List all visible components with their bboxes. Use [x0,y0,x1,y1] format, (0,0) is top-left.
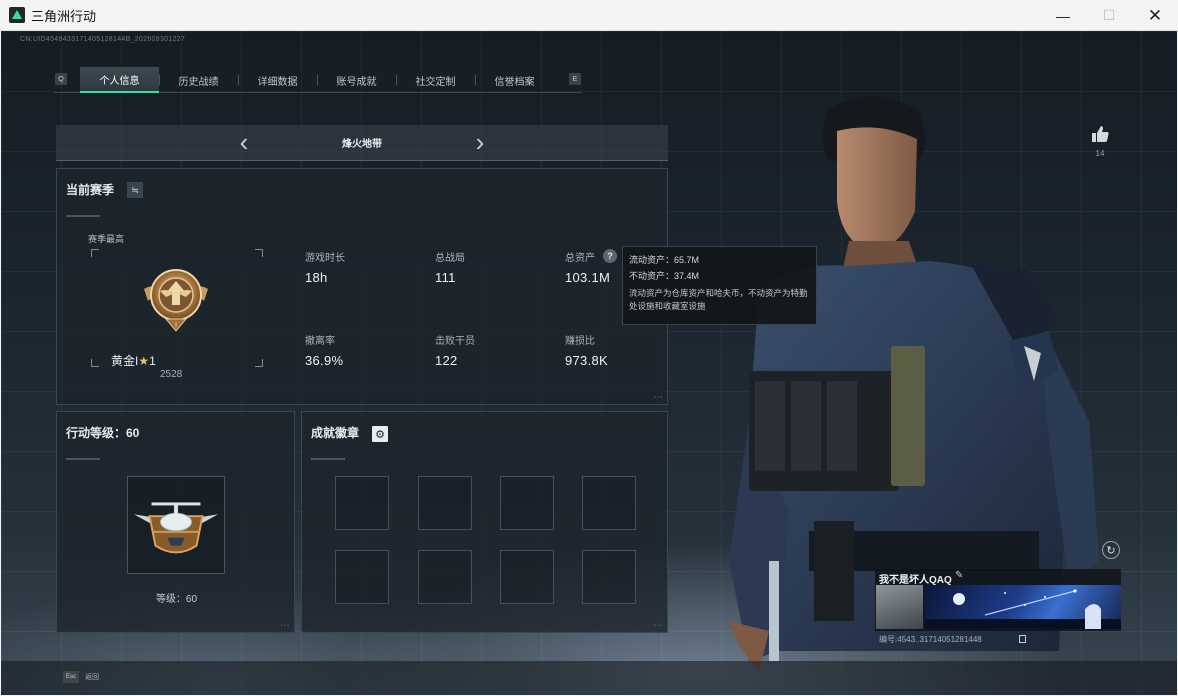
assets-tooltip: 流动资产：65.7M 不动资产：37.4M 流动资产为仓库资产和哈夫币，不动资产… [622,246,817,325]
esc-key[interactable]: Esc [63,671,79,683]
tooltip-liquid-assets: 流动资产：65.7M [629,255,700,265]
tooltip-fixed-assets: 不动资产：37.4M [629,271,700,281]
tab-personal-info[interactable]: 个人信息 [80,67,159,93]
panel-divider [311,458,345,460]
tab-next-key[interactable]: E [569,73,581,85]
achievement-slot[interactable] [500,476,554,530]
bottom-bar [1,661,1177,695]
tab-account-achievements[interactable]: 账号成就 [317,67,396,93]
star-icon: ★ [138,354,150,368]
achievement-slot[interactable] [418,550,472,604]
level-panel: 行动等级：60 等级：60 ▪▪▪ [56,411,295,633]
player-banner[interactable] [925,585,1121,629]
stat-label: 击败干员 [435,336,475,347]
achievements-title: 成就徽章 [311,426,360,440]
achievement-slot[interactable] [335,476,389,530]
profile-tabs: 个人信息 历史战绩 详细数据 账号成就 社交定制 信誉档案 [80,67,554,93]
player-card[interactable]: 我不是坏人QAQ ✎ [875,569,1121,631]
stat-value: 973.8K [565,353,609,368]
stat-profit-loss: 赚损比 973.8K [565,332,608,368]
stat-operators-defeated: 击败干员 122 [435,332,475,368]
tooltip-description: 流动资产为仓库资产和哈夫币，不动资产为特勤处设施和收藏室设施 [629,288,808,311]
uid-watermark: CN:UID4549433171405128144B_202608301227 [20,36,186,43]
stat-value: 111 [435,270,456,285]
helicopter-level-badge-icon [133,502,219,554]
refresh-icon[interactable]: ↻ [1102,541,1120,559]
level-title: 行动等级：60 [66,426,140,440]
achievements-panel: 成就徽章 ⚙ ▪▪▪ [301,411,668,633]
achievement-slot[interactable] [500,550,554,604]
stat-label: 撤离率 [305,336,335,347]
tab-prev-key[interactable]: Q [55,73,67,85]
panel-corner-dots: ▪▪▪ [653,623,663,629]
close-button[interactable]: ✕ [1132,0,1178,31]
level-text: 等级：60 [155,594,198,605]
maximize-button[interactable]: ☐ [1086,0,1132,31]
stat-label: 游戏时长 [305,253,345,264]
level-badge-frame[interactable] [127,476,225,574]
window-title: 三角洲行动 [31,8,97,24]
help-icon[interactable]: ? [603,249,617,263]
mode-selector: ‹ 烽火地带 › [56,125,668,161]
stat-value: 18h [305,270,328,285]
achievement-slot[interactable] [582,550,636,604]
svg-text:I: I [175,321,177,329]
tab-reputation[interactable]: 信誉档案 [475,67,554,93]
stat-value: 103.1M [565,270,611,285]
season-title: 当前赛季 [66,183,115,197]
like-count: 14 [1095,149,1105,158]
edit-icon[interactable]: ✎ [955,570,963,581]
stat-value: 36.9% [305,353,344,368]
rank-title: 黄金I [111,354,139,368]
copy-icon[interactable] [1019,635,1026,643]
tab-detailed-data[interactable]: 详细数据 [238,67,317,93]
stat-label: 赚损比 [565,336,595,347]
panel-corner-dots: ▪▪▪ [653,395,663,401]
back-label[interactable]: 返回 [85,672,99,682]
gold-rank-badge-icon: I [144,269,208,332]
player-avatar[interactable] [876,585,923,629]
rank-frame: I [91,249,263,367]
thumbs-up-icon [1092,126,1109,142]
stat-playtime: 游戏时长 18h [305,249,345,285]
achievement-slot[interactable] [582,476,636,530]
achievement-slot[interactable] [335,550,389,604]
achievement-slot[interactable] [418,476,472,530]
rank-star-count: 1 [149,354,156,368]
season-switch-icon[interactable]: ≒ [127,182,143,198]
like-button[interactable]: 14 [1088,124,1112,158]
stat-extract-rate: 撤离率 36.9% [305,332,343,368]
mode-next-button[interactable]: › [468,129,492,155]
tab-match-history[interactable]: 历史战绩 [159,67,238,93]
panel-divider [66,458,100,460]
panel-divider [66,215,100,217]
game-viewport: CN:UID4549433171405128144B_202608301227 … [1,31,1177,695]
stat-label: 总战局 [435,253,465,264]
tab-social-custom[interactable]: 社交定制 [396,67,475,93]
mode-prev-button[interactable]: ‹ [232,129,256,155]
player-name: 我不是坏人QAQ [879,575,952,586]
title-bar: 三角洲行动 — ☐ ✕ [0,0,1178,31]
stat-total-matches: 总战局 111 [435,249,465,285]
app-logo-icon [9,7,25,23]
season-panel: 当前赛季 ≒ 赛季最高 I 黄金I★1 2528 游戏时长 18h 总战局 11… [56,168,668,405]
rank-name: 黄金I★1 [111,352,261,369]
rank-points: 2528 [160,369,183,380]
season-best-label: 赛季最高 [88,234,125,244]
minimize-button[interactable]: — [1040,0,1086,31]
game-window: 三角洲行动 — ☐ ✕ CN:UID4549433171405128144B_2… [0,0,1178,696]
panel-corner-dots: ▪▪▪ [280,623,290,629]
stat-value: 122 [435,353,458,368]
starry-banner-image [925,589,1121,629]
mode-label: 烽火地带 [342,139,382,150]
gear-icon[interactable]: ⚙ [372,426,388,442]
player-id: 编号:4543..31714051281448 [879,635,982,644]
